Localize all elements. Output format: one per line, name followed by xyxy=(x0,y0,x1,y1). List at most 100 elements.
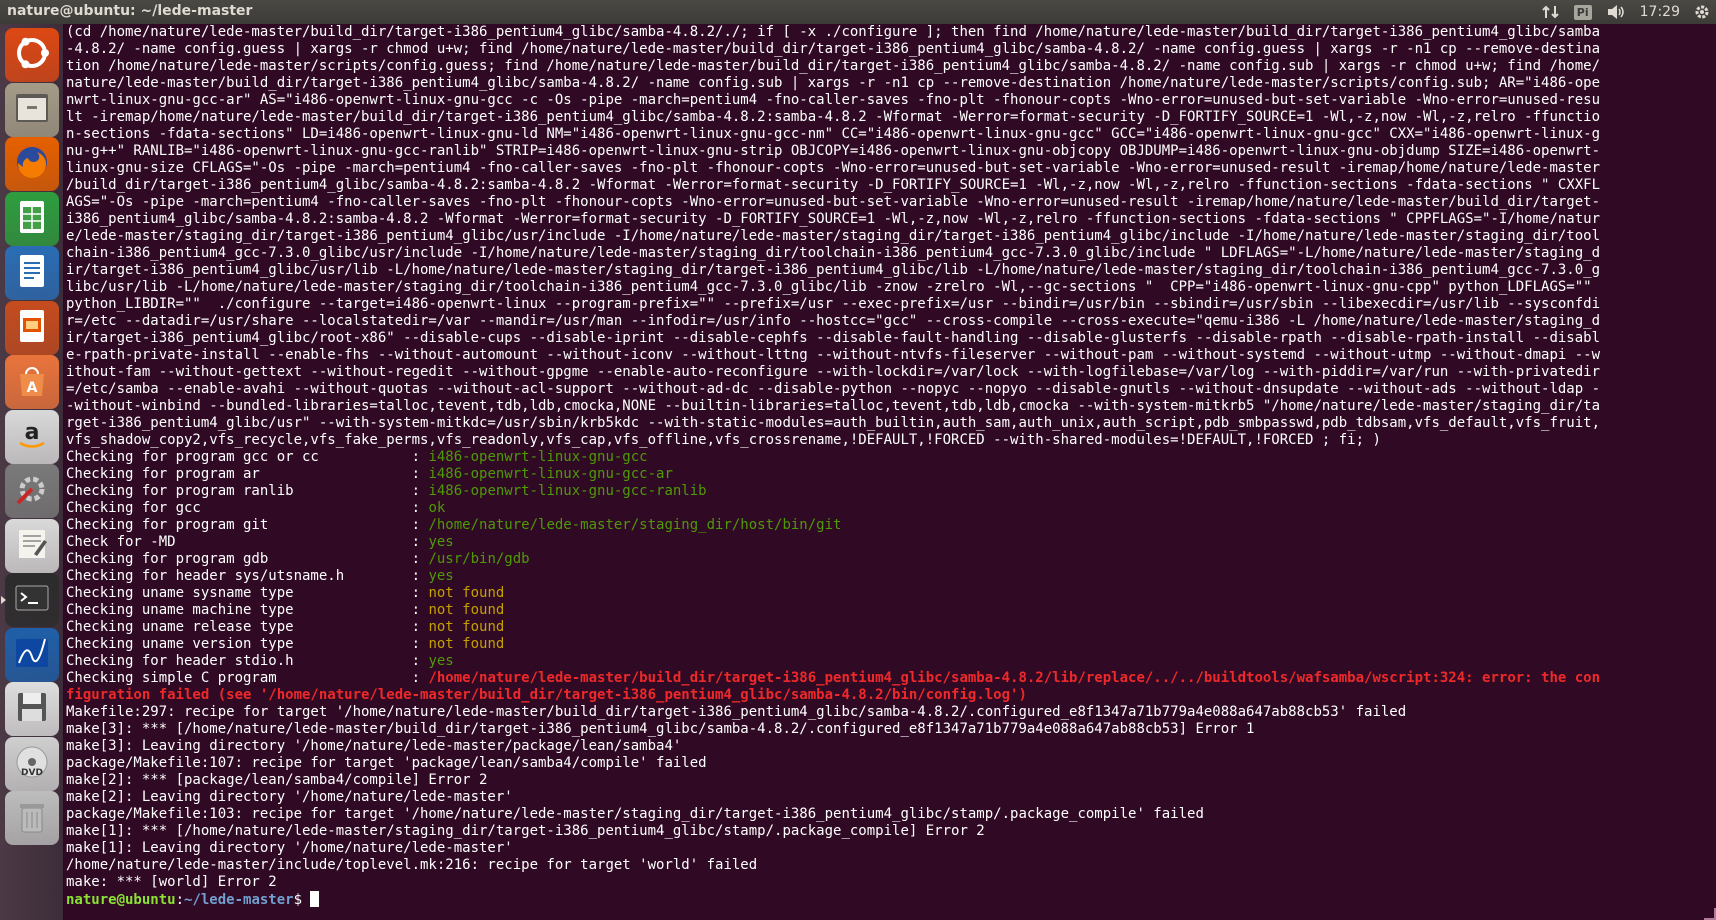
firefox-icon xyxy=(12,142,52,186)
check-label: Checking uname release type xyxy=(66,619,412,635)
check-line: Checking for program git : /home/nature/… xyxy=(66,517,1716,534)
check-line: Checking for gcc : ok xyxy=(66,500,1716,517)
check-separator: : xyxy=(411,619,429,635)
libreoffice-impress-icon xyxy=(12,306,52,350)
make-line: make[2]: *** [package/lean/samba4/compil… xyxy=(66,772,488,788)
amazon-icon: a xyxy=(12,415,52,459)
command-line: chain-i386_pentium4_gcc-7.3.0_glibc/usr/… xyxy=(66,245,1601,261)
launcher-libreoffice-impress[interactable] xyxy=(5,301,59,355)
network-arrows-icon[interactable] xyxy=(1542,4,1560,20)
check-label: Checking for program ranlib xyxy=(66,483,412,499)
launcher: Aa DVD xyxy=(0,24,64,920)
command-line: -4.8.2/ -name config.guess | xargs -r ch… xyxy=(66,41,1601,57)
check-label: Checking simple C program xyxy=(66,670,412,686)
command-line: ithout-fam --without-gettext --without-r… xyxy=(66,364,1601,380)
volume-icon[interactable] xyxy=(1606,4,1626,20)
check-label: Checking for program gdb xyxy=(66,551,412,567)
launcher-files[interactable] xyxy=(5,83,59,137)
check-result: i486-openwrt-linux-gnu-gcc xyxy=(428,449,648,465)
keyboard-layout-icon[interactable]: Pi xyxy=(1573,4,1592,20)
launcher-system-settings[interactable] xyxy=(5,464,59,518)
svg-text:A: A xyxy=(27,380,38,396)
launcher-amazon[interactable]: a xyxy=(5,410,59,464)
command-line: vfs_shadow_copy2,vfs_recycle,vfs_fake_pe… xyxy=(66,432,1381,448)
command-line: rget-i386_pentium4_glibc/usr" --with-sys… xyxy=(66,415,1601,431)
launcher-dvd[interactable]: DVD xyxy=(5,737,59,791)
gear-icon[interactable] xyxy=(1694,4,1710,20)
terminal-output[interactable]: (cd /home/nature/lede-master/build_dir/t… xyxy=(64,24,1716,920)
make-line: package/Makefile:107: recipe for target … xyxy=(66,755,707,771)
check-label: Checking for header stdio.h xyxy=(66,653,412,669)
launcher-terminal[interactable] xyxy=(1,573,59,627)
clock[interactable]: 17:29 xyxy=(1640,4,1680,20)
check-label: Checking for program git xyxy=(66,517,412,533)
command-line: AGS="-Os -pipe -march=pentium4 -fno-call… xyxy=(66,194,1601,210)
command-line: ir/target-i386_pentium4_glibc/usr/lib -L… xyxy=(66,262,1601,278)
launcher-libreoffice-calc[interactable] xyxy=(5,192,59,246)
files-icon xyxy=(12,88,52,132)
text-cursor xyxy=(310,891,320,907)
launcher-system-monitor[interactable] xyxy=(5,628,59,682)
launcher-trash[interactable] xyxy=(5,791,59,845)
check-separator: : xyxy=(411,483,429,499)
prompt-path: ~/lede-master xyxy=(184,892,294,908)
command-line: (cd /home/nature/lede-master/build_dir/t… xyxy=(66,24,1601,40)
launcher-ubuntu-software[interactable]: A xyxy=(5,355,59,409)
check-result: yes xyxy=(428,534,454,550)
command-line: libc/usr/lib -L/home/nature/lede-master/… xyxy=(66,279,1592,295)
check-line: Checking uname sysname type : not found xyxy=(66,585,1716,602)
check-label: Checking for program ar xyxy=(66,466,412,482)
launcher-text-editor[interactable] xyxy=(5,519,59,573)
keyboard-layout-label: Pi xyxy=(1573,4,1592,20)
terminal-icon xyxy=(12,578,52,622)
top-panel: nature@ubuntu: ~/lede-master Pi 17:29 xyxy=(0,0,1716,24)
check-separator: : xyxy=(411,585,429,601)
check-label: Checking for header sys/utsname.h xyxy=(66,568,412,584)
configure-checks: Checking for program gcc or cc : i486-op… xyxy=(66,449,1716,687)
command-line: tion /home/nature/lede-master/scripts/co… xyxy=(66,58,1601,74)
ubuntu-dash-icon xyxy=(12,33,52,77)
check-separator: : xyxy=(411,551,429,567)
check-line: Checking for header stdio.h : yes xyxy=(66,653,1716,670)
trash-icon xyxy=(12,796,52,840)
libreoffice-writer-icon xyxy=(12,251,52,295)
command-line: =/etc/samba --enable-avahi --without-quo… xyxy=(66,381,1601,397)
window-title: nature@ubuntu: ~/lede-master xyxy=(7,3,253,19)
check-separator: : xyxy=(411,568,429,584)
svg-text:DVD: DVD xyxy=(21,768,43,778)
launcher-save[interactable] xyxy=(5,682,59,736)
check-result: /usr/bin/gdb xyxy=(428,551,530,567)
check-label: Checking for program gcc or cc xyxy=(66,449,412,465)
command-line: -without-winbind --bundled-libraries=tal… xyxy=(66,398,1601,414)
save-icon xyxy=(12,687,52,731)
check-result: /home/nature/lede-master/build_dir/targe… xyxy=(428,670,1601,686)
command-line: n-sections -fdata-sections" LD=i486-open… xyxy=(66,126,1601,142)
system-monitor-icon xyxy=(12,633,52,677)
shell-prompt[interactable]: nature@ubuntu:~/lede-master$ xyxy=(66,891,1716,908)
check-result: not found xyxy=(428,619,505,635)
check-result: /home/nature/lede-master/staging_dir/hos… xyxy=(428,517,842,533)
check-line: Checking simple C program : /home/nature… xyxy=(66,670,1716,687)
launcher-ubuntu-dash[interactable] xyxy=(5,28,59,82)
make-line: make[2]: Leaving directory '/home/nature… xyxy=(66,789,513,805)
make-line: make[3]: *** [/home/nature/lede-master/b… xyxy=(66,721,1255,737)
check-separator: : xyxy=(411,602,429,618)
running-indicator xyxy=(1,596,6,604)
prompt-user-host: nature@ubuntu xyxy=(66,892,176,908)
make-line: /home/nature/lede-master/include/topleve… xyxy=(66,857,758,873)
check-line: Checking for program gdb : /usr/bin/gdb xyxy=(66,551,1716,568)
check-label: Checking uname sysname type xyxy=(66,585,412,601)
check-result: yes xyxy=(428,568,454,584)
check-line: Checking uname machine type : not found xyxy=(66,602,1716,619)
resize-corner[interactable] xyxy=(1704,908,1716,920)
command-line: /build_dir/target-i386_pentium4_glibc/sa… xyxy=(66,177,1601,193)
launcher-firefox[interactable] xyxy=(5,137,59,191)
make-line: package/Makefile:103: recipe for target … xyxy=(66,806,1204,822)
dvd-icon: DVD xyxy=(12,742,52,786)
launcher-libreoffice-writer[interactable] xyxy=(5,246,59,300)
check-line: Check for -MD : yes xyxy=(66,534,1716,551)
command-line: i386_pentium4_glibc/samba-4.8.2:samba-4.… xyxy=(66,211,1601,227)
command-line: nwrt-linux-gnu-gcc-ar" AS="i486-openwrt-… xyxy=(66,92,1601,108)
check-line: Checking for program ranlib : i486-openw… xyxy=(66,483,1716,500)
command-line: lt -iremap/home/nature/lede-master/build… xyxy=(66,109,1601,125)
